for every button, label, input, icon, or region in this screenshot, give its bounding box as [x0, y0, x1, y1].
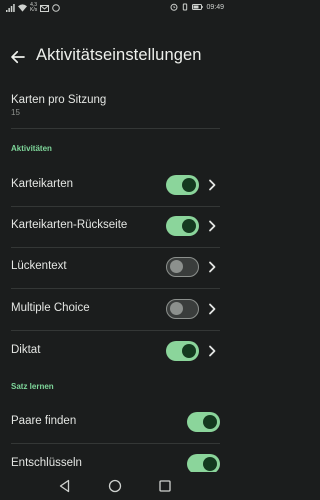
section-header-learn-set: Satz lernen: [11, 382, 54, 391]
battery-icon: [192, 4, 204, 10]
learn-set-toggle[interactable]: [187, 412, 220, 432]
app-bar: Aktivitätseinstellungen: [0, 38, 230, 78]
activity-toggle[interactable]: [166, 175, 199, 195]
arrow-left-icon[interactable]: [9, 48, 27, 66]
divider: [11, 288, 220, 289]
activity-toggle[interactable]: [166, 341, 199, 361]
activity-label: Lückentext: [11, 260, 67, 272]
alarm-icon: [170, 3, 178, 11]
page-title: Aktivitätseinstellungen: [36, 46, 202, 64]
chevron-right-icon[interactable]: [207, 345, 217, 357]
nav-recents-icon[interactable]: [158, 479, 172, 493]
activity-row-flashcards-back[interactable]: Karteikarten-Rückseite: [0, 207, 230, 247]
network-speed: 4,3 K/s: [30, 3, 37, 13]
divider: [11, 330, 220, 331]
activity-row-multiple-choice[interactable]: Multiple Choice: [0, 290, 230, 330]
activity-label: Karteikarten-Rückseite: [11, 219, 128, 231]
learn-set-row-match-pairs[interactable]: Paare finden: [0, 403, 230, 443]
toggle-knob: [203, 415, 217, 429]
divider: [11, 128, 220, 129]
toggle-knob: [182, 178, 196, 192]
whatsapp-icon: [52, 4, 61, 12]
activity-toggle[interactable]: [166, 216, 199, 236]
clock: 09:49: [206, 3, 224, 11]
activity-label: Diktat: [11, 344, 41, 356]
section-header-activities: Aktivitäten: [11, 144, 52, 153]
divider: [11, 443, 220, 444]
nav-back-icon[interactable]: [58, 479, 72, 493]
wifi-icon: [18, 4, 27, 12]
activity-toggle[interactable]: [166, 299, 199, 319]
chevron-right-icon[interactable]: [207, 179, 217, 191]
mail-icon: [40, 4, 50, 12]
system-nav-bar: [0, 472, 230, 500]
toggle-knob: [182, 219, 196, 233]
activity-toggle[interactable]: [166, 257, 199, 277]
toggle-knob: [182, 344, 196, 358]
learn-set-label: Entschlüsseln: [11, 457, 82, 469]
nav-home-icon[interactable]: [108, 479, 122, 493]
chevron-right-icon[interactable]: [207, 303, 217, 315]
activity-row-dictation[interactable]: Diktat: [0, 332, 230, 372]
activity-label: Multiple Choice: [11, 302, 90, 314]
network-speed-unit: K/s: [30, 7, 38, 13]
vibrate-icon: [183, 3, 188, 11]
chevron-right-icon[interactable]: [207, 261, 217, 273]
learn-set-label: Paare finden: [11, 415, 77, 427]
chevron-right-icon[interactable]: [207, 220, 217, 232]
signal-icon: [6, 4, 15, 12]
cards-per-session-value: 15: [11, 108, 20, 117]
cards-per-session-label: Karten pro Sitzung: [11, 94, 107, 106]
toggle-knob: [203, 457, 217, 471]
activity-label: Karteikarten: [11, 178, 74, 190]
status-bar: 4,3 K/s 09:49: [0, 0, 230, 16]
toggle-knob: [170, 302, 183, 315]
activity-row-flashcards[interactable]: Karteikarten: [0, 166, 230, 206]
toggle-knob: [170, 260, 183, 273]
activity-row-cloze[interactable]: Lückentext: [0, 248, 230, 288]
learn-set-toggle[interactable]: [187, 454, 220, 474]
